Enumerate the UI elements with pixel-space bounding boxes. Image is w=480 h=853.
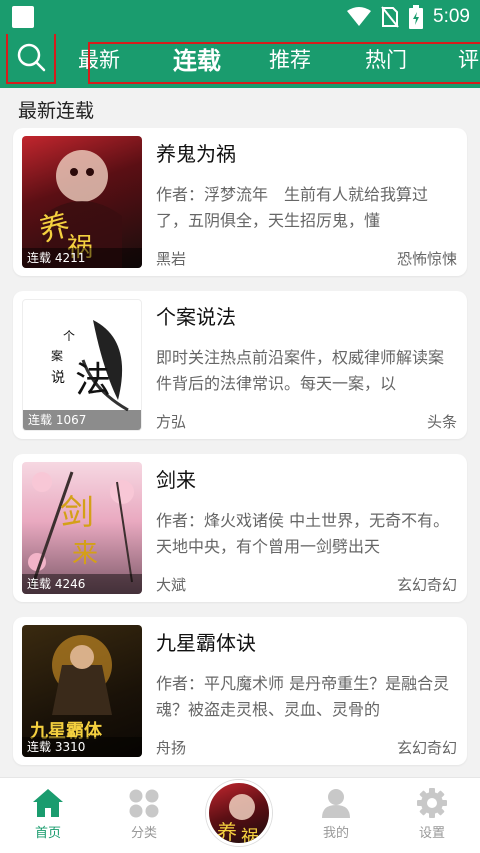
nav-category-label: 分类	[130, 826, 157, 841]
search-icon	[17, 43, 46, 72]
nav-settings[interactable]: 设置	[392, 788, 472, 841]
tab-serial[interactable]: 连载	[173, 41, 221, 76]
book-category: 头条	[426, 413, 457, 431]
nav-profile-label: 我的	[322, 826, 349, 841]
category-icon	[129, 789, 159, 818]
search-button[interactable]	[6, 34, 56, 84]
nav-category[interactable]: 分类	[104, 788, 184, 841]
svg-text:法: 法	[75, 360, 111, 401]
book-card[interactable]: 剑 来 连载 4246 剑来 作者：烽火戏诸侯 中土世界，无奇不有。天地中央，有…	[13, 454, 467, 602]
status-bar: 5:09	[0, 0, 480, 34]
svg-text:说: 说	[51, 370, 65, 386]
book-title: 剑来	[156, 468, 196, 492]
serial-badge: 连载 1067	[23, 410, 141, 430]
tab-rating[interactable]: 评	[458, 44, 479, 74]
book-description: 即时关注热点前沿案件，权威律师解读案件背后的法律常识。每天一案，以	[156, 348, 445, 393]
book-category: 玄幻奇幻	[396, 739, 457, 757]
book-category: 玄幻奇幻	[396, 576, 457, 594]
nav-profile[interactable]: 我的	[296, 788, 376, 841]
status-icons: 5:09	[347, 5, 470, 29]
settings-icon	[417, 788, 447, 818]
book-author: 黑岩	[156, 250, 187, 268]
book-cover: 养 祸 连载 4211	[22, 136, 142, 268]
book-title: 个案说法	[156, 305, 236, 329]
book-cover: 个 案 说 法 连载 1067	[22, 299, 142, 431]
svg-text:祸: 祸	[241, 827, 259, 846]
book-card[interactable]: 个 案 说 法 连载 1067 个案说法 即时关注热点前沿案件，权威律师解读案件…	[13, 291, 467, 439]
svg-text:个: 个	[63, 329, 75, 343]
battery-icon	[409, 5, 424, 29]
book-cover: 九星霸体 连载 3310	[22, 625, 142, 757]
nav-settings-label: 设置	[418, 826, 445, 841]
book-description: 作者：浮梦流年 生前有人就给我算过了，五阴俱全，天生招厉鬼，懂	[156, 185, 429, 230]
tab-recommend[interactable]: 推荐	[269, 44, 311, 74]
bottom-navigation: 首页 分类 养 祸 我的 设置	[0, 777, 480, 853]
book-description: 作者：平凡魔术师 是丹帝重生？是融合灵魂？被盗走灵根、灵血、灵骨的	[156, 674, 450, 719]
nav-home-label: 首页	[34, 826, 61, 841]
serial-badge: 连载 4246	[22, 574, 142, 594]
serial-badge: 连载 3310	[22, 737, 142, 757]
book-category: 恐怖惊悚	[396, 250, 457, 268]
book-author: 舟扬	[156, 739, 187, 757]
book-author: 方弘	[156, 413, 187, 431]
current-book-avatar[interactable]: 养 祸	[206, 780, 272, 846]
svg-text:来: 来	[72, 539, 98, 569]
book-title: 九星霸体诀	[156, 631, 256, 655]
tab-hot[interactable]: 热门	[365, 44, 407, 74]
svg-text:案: 案	[51, 348, 63, 363]
section-title: 最新连载	[18, 100, 95, 122]
wifi-icon	[347, 7, 372, 26]
profile-icon	[322, 789, 350, 818]
book-author: 大斌	[156, 576, 187, 594]
status-time: 5:09	[433, 6, 470, 27]
svg-text:养: 养	[217, 820, 237, 844]
nav-home[interactable]: 首页	[8, 788, 88, 841]
current-book-cover-image: 养 祸	[217, 794, 259, 846]
book-title: 养鬼为祸	[156, 142, 236, 166]
book-cover: 剑 来 连载 4246	[22, 462, 142, 594]
svg-text:剑: 剑	[60, 493, 94, 533]
notification-icon	[12, 6, 34, 28]
home-icon	[33, 789, 63, 817]
top-navigation: 最新 连载 推荐 热门 评	[0, 34, 480, 88]
book-card[interactable]: 养 祸 连载 4211 养鬼为祸 作者：浮梦流年 生前有人就给我算过了，五阴俱全…	[13, 128, 467, 276]
book-card[interactable]: 九星霸体 连载 3310 九星霸体诀 作者：平凡魔术师 是丹帝重生？是融合灵魂？…	[13, 617, 467, 765]
serial-badge: 连载 4211	[22, 248, 142, 268]
no-sim-icon	[381, 6, 399, 28]
book-description: 作者：烽火戏诸侯 中土世界，无奇不有。天地中央，有个曾用一剑劈出天	[156, 511, 450, 556]
